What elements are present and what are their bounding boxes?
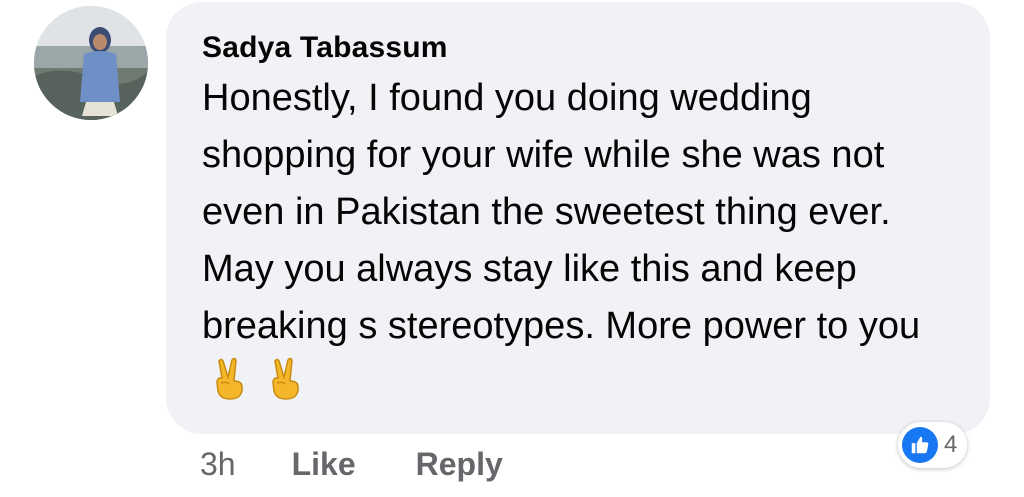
comment-author[interactable]: Sadya Tabassum	[202, 30, 960, 66]
comment-thread: Sadya Tabassum Honestly, I found you doi…	[0, 0, 1024, 497]
reaction-count: 4	[944, 431, 958, 458]
comment-bubble: Sadya Tabassum Honestly, I found you doi…	[166, 2, 990, 434]
comment-actions: 3h Like Reply	[200, 446, 503, 483]
emoji-group	[212, 357, 324, 418]
comment-timestamp[interactable]: 3h	[200, 446, 236, 483]
profile-photo	[34, 6, 148, 120]
like-button[interactable]: Like	[292, 446, 356, 483]
comment-body: Honestly, I found you doing wedding shop…	[202, 70, 972, 418]
comment-text: Honestly, I found you doing wedding shop…	[202, 77, 921, 347]
victory-hand-emoji	[268, 357, 304, 401]
avatar[interactable]	[34, 6, 148, 120]
reaction-summary[interactable]: 4	[898, 422, 968, 468]
thumbs-up-icon	[902, 427, 938, 463]
reply-button[interactable]: Reply	[416, 446, 503, 483]
victory-hand-emoji	[212, 357, 248, 401]
